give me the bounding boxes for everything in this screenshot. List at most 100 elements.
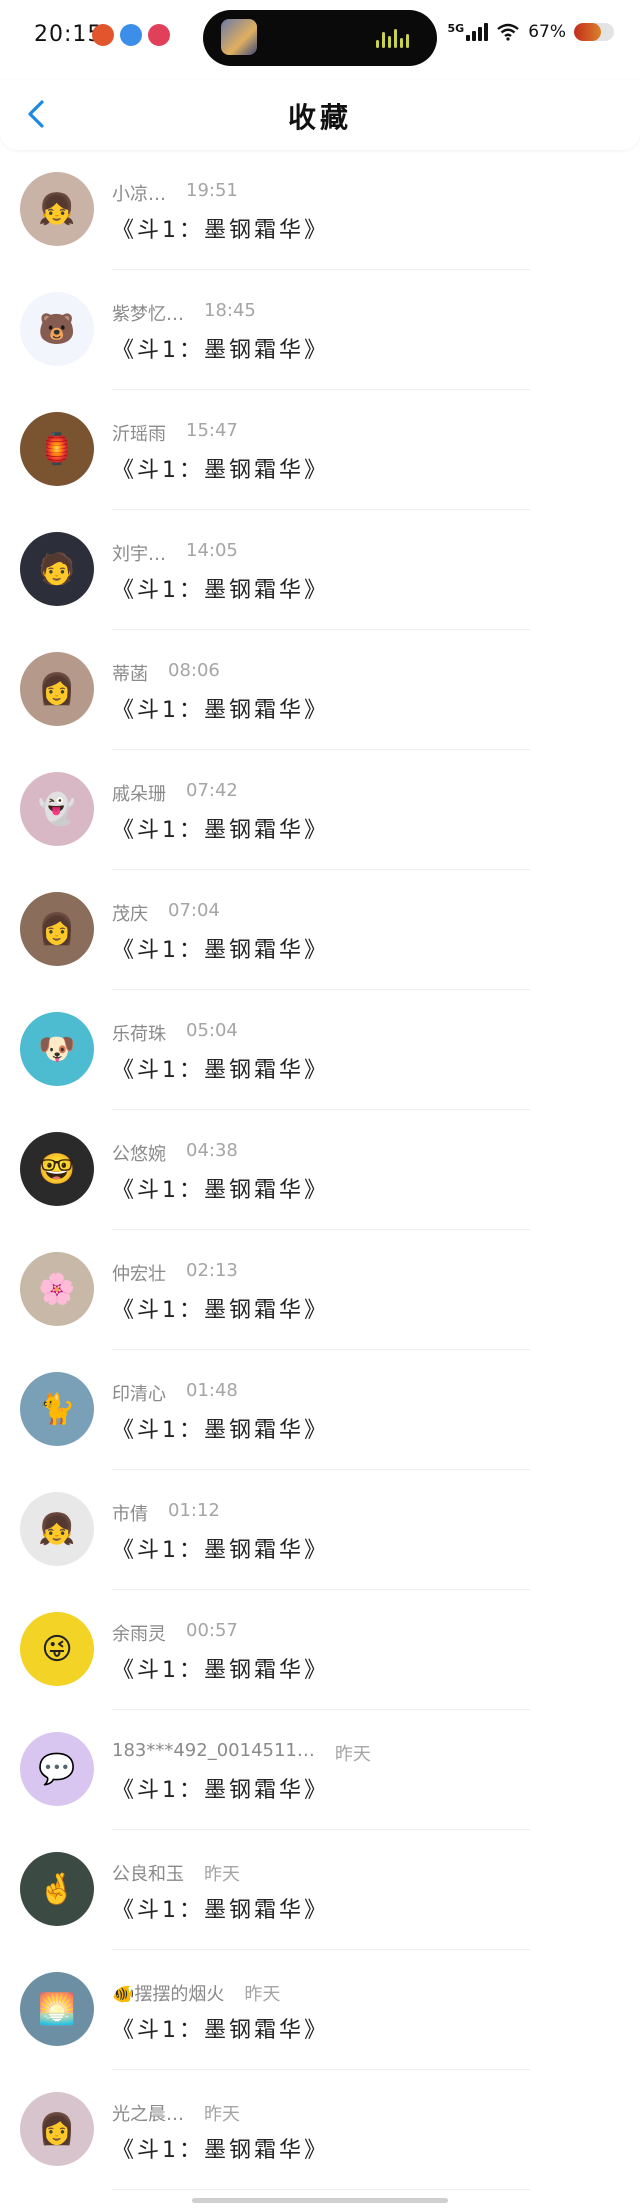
item-message: 《斗1：墨钢霜华》 (112, 458, 329, 483)
sender-name: 刘宇… (112, 544, 166, 565)
list-item[interactable]: 👧 市倩 01:12 《斗1：墨钢霜华》 (0, 1470, 640, 1590)
sender-name: 戚朵珊 (112, 784, 166, 805)
app-icon-red (92, 24, 114, 46)
navigation-header: 收藏 (0, 80, 640, 150)
item-time: 07:04 (168, 900, 220, 921)
list-item[interactable]: 👻 戚朵珊 07:42 《斗1：墨钢霜华》 (0, 750, 640, 870)
avatar[interactable]: 🌸 (20, 1252, 94, 1326)
avatar[interactable]: 👩 (20, 892, 94, 966)
avatar[interactable]: 👧 (20, 172, 94, 246)
status-app-icons (92, 24, 170, 46)
avatar[interactable]: 🐻 (20, 292, 94, 366)
avatar[interactable]: 🌅 (20, 1972, 94, 2046)
sender-name: 紫梦忆… (112, 304, 184, 325)
avatar-glyph: 🧑 (38, 551, 76, 587)
list-item[interactable]: 💬 183***492_0014511… 昨天 《斗1：墨钢霜华》 (0, 1710, 640, 1830)
list-item[interactable]: 👧 小凉… 19:51 《斗1：墨钢霜华》 (0, 150, 640, 270)
item-meta: 光之晨… 昨天 (112, 2100, 240, 2126)
avatar-glyph: 🌅 (38, 1991, 76, 2027)
sender-name: 茂庆 (112, 904, 148, 925)
avatar[interactable]: 💬 (20, 1732, 94, 1806)
list-item[interactable]: 👩 茂庆 07:04 《斗1：墨钢霜华》 (0, 870, 640, 990)
avatar-glyph: 👩 (38, 671, 76, 707)
item-time: 昨天 (204, 2104, 240, 2125)
item-meta: 🐠摆摆的烟火 昨天 (112, 1980, 280, 2006)
list-item[interactable]: 🤓 公悠婉 04:38 《斗1：墨钢霜华》 (0, 1110, 640, 1230)
list-item[interactable]: 👩 蒂菡 08:06 《斗1：墨钢霜华》 (0, 630, 640, 750)
item-time: 01:12 (168, 1500, 220, 1521)
avatar-glyph: 🤓 (38, 1151, 76, 1187)
page-title: 收藏 (287, 101, 352, 134)
item-meta: 公良和玉 昨天 (112, 1860, 240, 1886)
avatar-glyph: 👧 (38, 191, 76, 227)
avatar[interactable]: 👻 (20, 772, 94, 846)
sender-name: 乐荷珠 (112, 1024, 166, 1045)
avatar[interactable]: 🧑 (20, 532, 94, 606)
sender-name: 光之晨… (112, 2104, 184, 2125)
item-message: 《斗1：墨钢霜华》 (112, 2138, 329, 2163)
avatar[interactable]: 🐶 (20, 1012, 94, 1086)
avatar-glyph: 👩 (38, 911, 76, 947)
sender-name: 183***492_0014511… (112, 1740, 315, 1761)
item-message: 《斗1：墨钢霜华》 (112, 1658, 329, 1683)
favorites-list: 👧 小凉… 19:51 《斗1：墨钢霜华》 🐻 紫梦忆… 18:45 《斗1：墨钢霜华》 🏮 沂瑶… (0, 150, 640, 2190)
avatar[interactable]: 🤞 (20, 1852, 94, 1926)
item-meta: 紫梦忆… 18:45 (112, 300, 256, 326)
avatar-glyph: 🌸 (38, 1271, 76, 1307)
item-meta: 印清心 01:48 (112, 1380, 238, 1406)
item-meta: 仲宏壮 02:13 (112, 1260, 238, 1286)
list-item[interactable]: 🌅 🐠摆摆的烟火 昨天《斗1：墨钢霜华》 (0, 1950, 640, 2070)
item-meta: 市倩 01:12 (112, 1500, 220, 1526)
item-message: 《斗1：墨钢霜华》 (112, 2018, 329, 2043)
sender-name: 小凉… (112, 184, 166, 205)
sender-name: 仲宏壮 (112, 1264, 166, 1285)
list-item[interactable]: 🏮 沂瑶雨 15:47 《斗1：墨钢霜华》 (0, 390, 640, 510)
status-bar: 20:15 5G 67% (0, 0, 640, 80)
avatar-glyph: 😜 (41, 1631, 73, 1667)
sender-name: 🐠摆摆的烟火 (112, 1984, 225, 2005)
avatar[interactable]: 🏮 (20, 412, 94, 486)
item-message: 《斗1：墨钢霜华》 (112, 338, 329, 363)
item-time: 08:06 (168, 660, 220, 681)
list-item[interactable]: 🐈 印清心 01:48 《斗1：墨钢霜华》 (0, 1350, 640, 1470)
status-right: 5G 67% (448, 22, 614, 42)
sender-name: 余雨灵 (112, 1624, 166, 1645)
item-message: 《斗1：墨钢霜华》 (112, 1538, 329, 1563)
list-item[interactable]: 🐶 乐荷珠 05:04 《斗1：墨钢霜华》 (0, 990, 640, 1110)
item-message: 《斗1：墨钢霜华》 (112, 1898, 329, 1923)
avatar[interactable]: 👩 (20, 652, 94, 726)
avatar[interactable]: 🤓 (20, 1132, 94, 1206)
battery-icon (574, 23, 614, 41)
list-item[interactable]: 👩 光之晨… 昨天《斗1：墨钢霜华》 (0, 2070, 640, 2190)
dynamic-island[interactable] (203, 10, 437, 66)
item-message: 《斗1：墨钢霜华》 (112, 218, 329, 243)
app-icon-pink (148, 24, 170, 46)
item-time: 昨天 (334, 1744, 371, 1765)
item-meta: 戚朵珊 07:42 (112, 780, 238, 806)
sender-name: 蒂菡 (112, 664, 148, 685)
avatar-glyph: 👻 (38, 791, 76, 827)
home-indicator[interactable] (192, 2198, 448, 2203)
item-meta: 刘宇… 14:05 (112, 540, 238, 566)
item-meta: 茂庆 07:04 (112, 900, 220, 926)
sender-name: 沂瑶雨 (112, 424, 166, 445)
avatar-glyph: 🤞 (38, 1871, 76, 1907)
item-message: 《斗1：墨钢霜华》 (112, 698, 329, 723)
item-message: 《斗1：墨钢霜华》 (112, 1298, 329, 1323)
list-item[interactable]: 🐻 紫梦忆… 18:45 《斗1：墨钢霜华》 (0, 270, 640, 390)
avatar-glyph: 🐶 (38, 1031, 76, 1067)
avatar[interactable]: 🐈 (20, 1372, 94, 1446)
avatar[interactable]: 😜 (20, 1612, 94, 1686)
divider (112, 2189, 530, 2190)
item-time: 05:04 (186, 1020, 238, 1041)
item-time: 18:45 (204, 300, 256, 321)
list-item[interactable]: 🤞 公良和玉 昨天《斗1：墨钢霜华》 (0, 1830, 640, 1950)
list-item[interactable]: 🌸 仲宏壮 02:13 《斗1：墨钢霜华》 (0, 1230, 640, 1350)
item-meta: 余雨灵 00:57 (112, 1620, 238, 1646)
list-item[interactable]: 🧑 刘宇… 14:05 《斗1：墨钢霜华》 (0, 510, 640, 630)
avatar-glyph: 👩 (38, 2111, 76, 2147)
avatar[interactable]: 👩 (20, 2092, 94, 2166)
item-meta: 小凉… 19:51 (112, 180, 238, 206)
avatar[interactable]: 👧 (20, 1492, 94, 1566)
list-item[interactable]: 😜 余雨灵 00:57 《斗1：墨钢霜华》 (0, 1590, 640, 1710)
